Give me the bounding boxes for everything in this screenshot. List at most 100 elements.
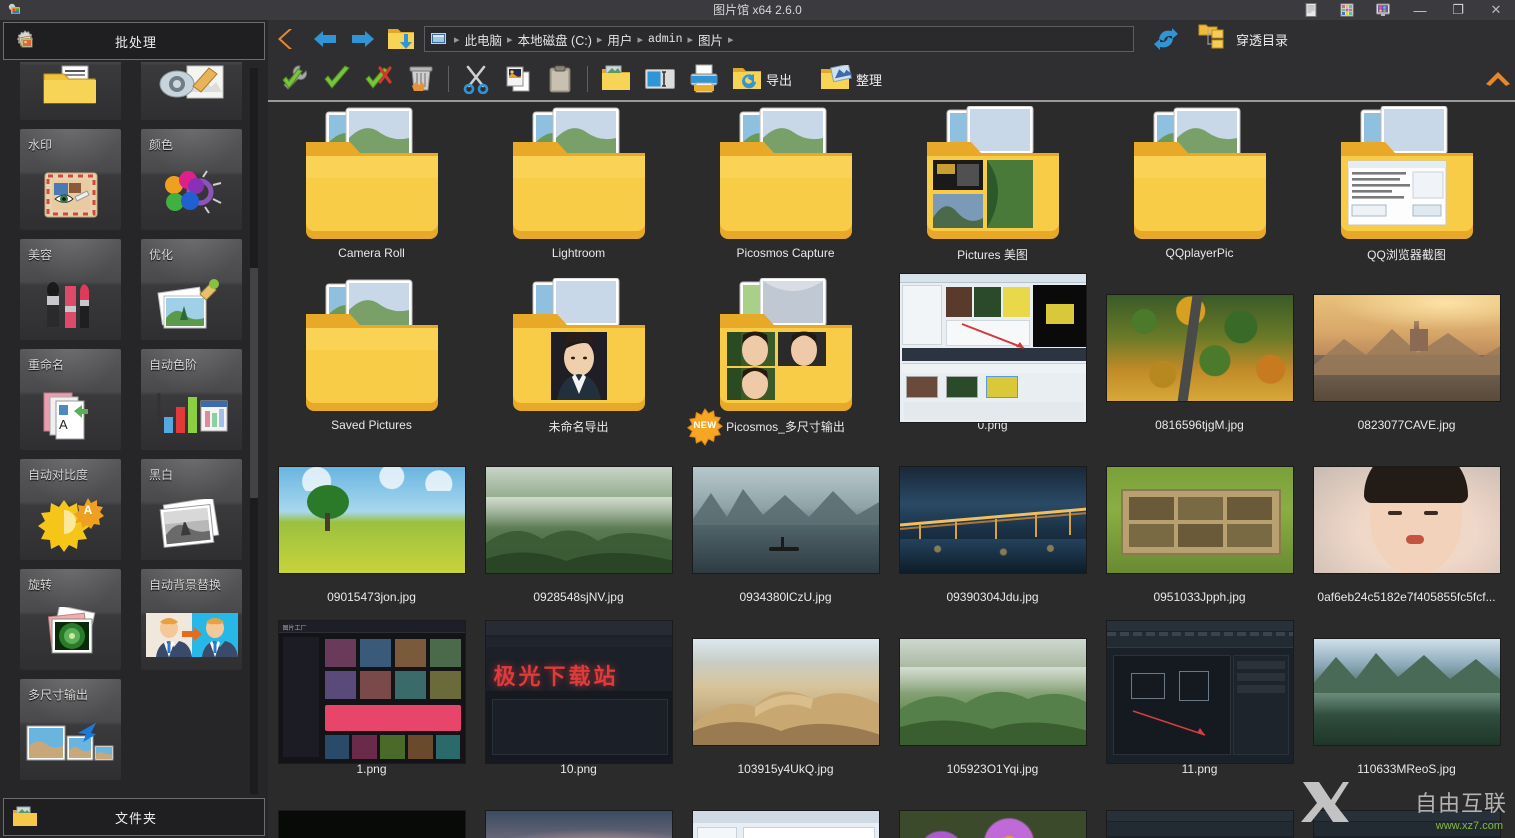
file-item[interactable]: 0934380lCzU.jpg xyxy=(682,448,889,620)
tool-tile-auto-levels[interactable]: 自动色阶 xyxy=(141,349,242,450)
copy-icon[interactable] xyxy=(497,57,539,101)
file-item[interactable]: 11.png xyxy=(1096,620,1303,792)
file-item[interactable]: 110633MReoS.jpg xyxy=(1303,620,1510,792)
image-thumbnail xyxy=(1103,792,1297,838)
file-item[interactable]: 0823077CAVE.jpg xyxy=(1303,276,1510,448)
computer-icon xyxy=(431,32,446,46)
file-item[interactable] xyxy=(268,792,475,838)
file-item[interactable]: 0af6eb24c5182e7f405855fc5fcf... xyxy=(1303,448,1510,620)
image-thumbnail xyxy=(689,792,883,838)
close-button[interactable]: ✕ xyxy=(1477,0,1515,20)
arrow-right-icon[interactable] xyxy=(344,20,382,58)
export-button[interactable]: 导出 xyxy=(726,57,798,101)
organize-button[interactable]: 整理 xyxy=(814,57,888,101)
file-item[interactable]: 0951033Jpph.jpg xyxy=(1096,448,1303,620)
tools-scroll-area[interactable]: 水印 颜色 美容 优化 重命名 A 自动色阶 自动对比度 A 黑白 旋转 自动背… xyxy=(0,62,268,796)
new-folder-icon[interactable] xyxy=(594,57,638,101)
folder-section-button[interactable]: 文件夹 xyxy=(3,798,265,836)
tool-tile-color[interactable]: 颜色 xyxy=(141,129,242,230)
auto-contrast-icon: A xyxy=(20,492,121,558)
penetrate-directory-button[interactable]: 穿透目录 xyxy=(1198,23,1288,56)
deselect-check-icon[interactable] xyxy=(358,57,400,101)
file-item[interactable] xyxy=(1096,792,1303,838)
title-bar-buttons: — ❐ ✕ xyxy=(1293,0,1515,20)
select-all-check-icon[interactable] xyxy=(316,57,358,101)
image-thumbnail xyxy=(482,792,676,838)
file-item[interactable]: 09015473jon.jpg xyxy=(268,448,475,620)
maximize-button[interactable]: ❐ xyxy=(1439,0,1477,20)
print-icon[interactable] xyxy=(682,57,726,101)
file-item[interactable]: Camera Roll xyxy=(268,104,475,276)
tool-tile-beauty[interactable]: 美容 xyxy=(20,239,121,340)
file-item[interactable] xyxy=(682,792,889,838)
folder-up-icon[interactable] xyxy=(382,20,420,58)
toolbar-separator xyxy=(587,66,588,92)
tool-tile-watermark[interactable]: 水印 xyxy=(20,129,121,230)
black-white-icon xyxy=(141,492,242,558)
tool-tile-rename[interactable]: 重命名 A xyxy=(20,349,121,450)
file-item[interactable]: Lightroom xyxy=(475,104,682,276)
file-item[interactable]: Saved Pictures xyxy=(268,276,475,448)
refresh-icon[interactable] xyxy=(1146,20,1186,58)
folder-icon xyxy=(689,276,883,420)
file-item[interactable]: QQ浏览器截图 xyxy=(1303,104,1510,276)
file-item[interactable] xyxy=(475,792,682,838)
file-grid-container[interactable]: Camera Roll Lightroom Picosmos Capture P… xyxy=(268,104,1515,838)
file-item[interactable]: 103915y4UkQ.jpg xyxy=(682,620,889,792)
batch-process-label: 批处理 xyxy=(114,34,157,50)
arrow-left-icon[interactable] xyxy=(306,20,344,58)
tool-tile-background-replace[interactable]: 自动背景替换 xyxy=(141,569,242,670)
gear-photos-icon xyxy=(4,28,46,54)
file-item[interactable]: 0816596tjgM.jpg xyxy=(1096,276,1303,448)
file-item[interactable]: 未命名导出 xyxy=(475,276,682,448)
breadcrumb-item-2[interactable]: 用户 xyxy=(605,30,634,49)
navigation-bar: ▸ 此电脑 ▸ 本地磁盘 (C:) ▸ 用户 ▸ admin ▸ 图片 ▸ 穿透… xyxy=(268,20,1515,58)
breadcrumb-item-4[interactable]: 图片 xyxy=(696,30,725,49)
file-item[interactable]: 09390304Jdu.jpg xyxy=(889,448,1096,620)
tool-tile-multi-size-output[interactable]: 多尺寸输出 xyxy=(20,679,121,780)
breadcrumb-item-3[interactable]: admin xyxy=(646,33,685,46)
file-item[interactable]: NEW Picosmos_多尺寸输出 xyxy=(682,276,889,448)
cut-scissors-icon[interactable] xyxy=(455,57,497,101)
image-thumbnail: 图片工厂 xyxy=(275,620,469,764)
tool-tile-black-white[interactable]: 黑白 xyxy=(141,459,242,560)
chevron-up-orange-icon[interactable] xyxy=(1481,57,1515,101)
file-item[interactable]: 105923O1Yqi.jpg xyxy=(889,620,1096,792)
left-panel-scrollbar[interactable] xyxy=(250,68,258,794)
file-item[interactable]: QQplayerPic xyxy=(1096,104,1303,276)
file-item[interactable]: 0.png xyxy=(889,273,1096,448)
chevron-left-orange-icon[interactable] xyxy=(268,20,306,58)
export-label: 导出 xyxy=(766,72,793,88)
tool-tile-scan-edit[interactable] xyxy=(141,62,242,120)
file-item[interactable]: Pictures 美图 xyxy=(889,104,1096,276)
tool-tile-folder-page[interactable] xyxy=(20,62,121,120)
paste-clipboard-icon[interactable] xyxy=(539,57,581,101)
tool-tile-optimize[interactable]: 优化 xyxy=(141,239,242,340)
address-bar[interactable]: ▸ 此电脑 ▸ 本地磁盘 (C:) ▸ 用户 ▸ admin ▸ 图片 ▸ xyxy=(424,26,1134,52)
breadcrumb-separator: ▸ xyxy=(596,33,603,46)
file-item[interactable] xyxy=(889,792,1096,838)
image-thumbnail xyxy=(896,792,1090,838)
file-item[interactable]: 极光下载站 10.png xyxy=(475,620,682,792)
rename-icon[interactable] xyxy=(638,57,682,101)
minimize-button[interactable]: — xyxy=(1401,0,1439,20)
settings-check-icon[interactable] xyxy=(274,57,316,101)
left-panel-scrollbar-thumb[interactable] xyxy=(250,268,258,498)
breadcrumb-item-1[interactable]: 本地磁盘 (C:) xyxy=(516,30,594,49)
breadcrumb-item-0[interactable]: 此电脑 xyxy=(463,30,505,49)
tool-tile-auto-contrast[interactable]: 自动对比度 A xyxy=(20,459,121,560)
optimize-brush-icon xyxy=(141,272,242,338)
tool-tile-label: 自动背景替换 xyxy=(149,578,222,592)
image-thumbnail xyxy=(896,620,1090,764)
monitor-icon[interactable] xyxy=(1365,0,1401,20)
document-icon[interactable] xyxy=(1293,0,1329,20)
image-thumbnail xyxy=(689,620,883,764)
batch-process-header[interactable]: 批处理 xyxy=(3,22,265,60)
palette-grid-icon[interactable] xyxy=(1329,0,1365,20)
tool-tile-rotate[interactable]: 旋转 xyxy=(20,569,121,670)
file-item[interactable] xyxy=(1303,792,1510,838)
delete-trash-icon[interactable] xyxy=(400,57,442,101)
file-item[interactable]: 0928548sjNV.jpg xyxy=(475,448,682,620)
file-item[interactable]: 图片工厂 1.png xyxy=(268,620,475,792)
file-item[interactable]: Picosmos Capture xyxy=(682,104,889,276)
